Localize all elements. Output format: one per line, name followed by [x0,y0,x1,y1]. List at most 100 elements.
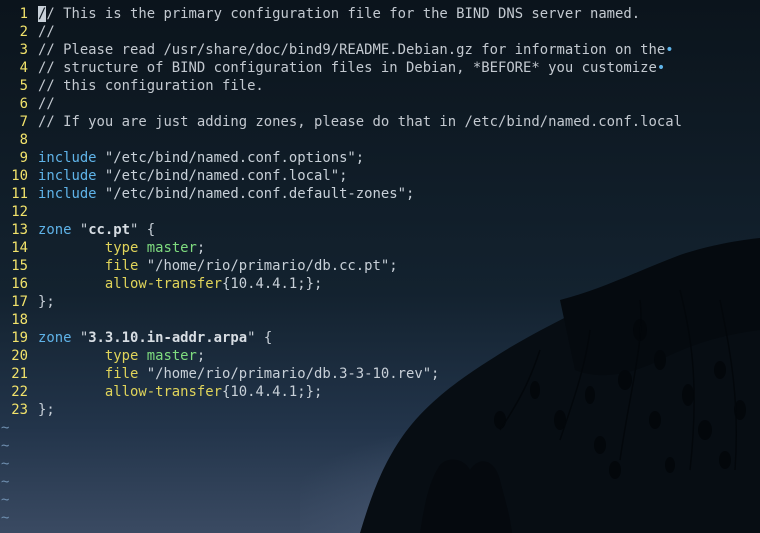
code-token: allow-transfer [104,384,222,400]
line-number: 21 [11,366,28,382]
tilde-marker: ~ [1,456,10,472]
line-number: 19 [11,330,28,346]
code-line[interactable]: 7 // If you are just adding zones, please… [0,113,760,131]
line-number: 1 [19,6,28,22]
code-line[interactable]: 11 include "/etc/bind/named.conf.default-… [0,185,760,203]
code-token: // this configuration file. [38,78,264,94]
code-line[interactable]: 22 allow-transfer{10.4.4.1;}; [0,383,760,401]
code-lines[interactable]: 1// This is the primary configuration fi… [0,5,760,527]
code-line[interactable]: 2 // [0,23,760,41]
empty-buffer-line: ~ [0,473,760,491]
empty-buffer-line: ~ [0,437,760,455]
code-line[interactable]: 3 // Please read /usr/share/doc/bind9/REA… [0,41,760,59]
code-line[interactable]: 16 allow-transfer{10.4.4.1;}; [0,275,760,293]
code-line[interactable]: 6 // [0,95,760,113]
code-token: {10.4.4.1;}; [222,276,323,292]
code-token: // [38,24,55,40]
line-number: 8 [19,132,28,148]
code-line[interactable]: 18 [0,311,760,329]
code-token: • [665,42,674,58]
empty-buffer-line: ~ [0,491,760,509]
code-token: "/etc/bind/named.conf.options"; [96,150,365,166]
code-line[interactable]: 8 [0,131,760,149]
code-token: file [104,258,139,274]
code-token: • [656,60,666,76]
code-token: cc.pt [88,222,131,238]
vim-editor[interactable]: 1// This is the primary configuration fi… [0,0,760,533]
code-token: type [104,348,139,364]
code-token: include [38,150,97,166]
line-number: 4 [19,60,28,76]
code-token: "/etc/bind/named.conf.default-zones"; [96,186,415,202]
code-line[interactable]: 9 include "/etc/bind/named.conf.options"; [0,149,760,167]
code-token: 3.3.10.in-addr.arpa [88,330,248,346]
line-number: 11 [11,186,28,202]
code-token: }; [38,402,55,418]
tilde-marker: ~ [1,438,10,454]
line-number: 13 [11,222,28,238]
empty-buffer-line: ~ [0,455,760,473]
empty-buffer-line: ~ [0,419,760,437]
line-number: 17 [11,294,28,310]
code-line[interactable]: 20 type master; [0,347,760,365]
line-number: 15 [11,258,28,274]
code-line[interactable]: 15 file "/home/rio/primario/db.cc.pt"; [0,257,760,275]
code-token: "/home/rio/primario/db.3-3-10.rev"; [138,366,440,382]
code-token: // Please read /usr/share/doc/bind9/READ… [38,42,666,58]
line-number: 18 [11,312,28,328]
code-token: include [38,168,97,184]
code-line[interactable]: 10 include "/etc/bind/named.conf.local"; [0,167,760,185]
code-token: // structure of BIND configuration files… [38,60,657,76]
line-number: 10 [11,168,28,184]
line-number: 12 [11,204,28,220]
line-number: 5 [19,78,28,94]
code-line[interactable]: 12 [0,203,760,221]
code-token: " { [247,330,273,346]
line-number: 9 [19,150,28,166]
code-line[interactable]: 13 zone "cc.pt" { [0,221,760,239]
line-number: 22 [11,384,28,400]
code-line[interactable]: 5 // this configuration file. [0,77,760,95]
code-token: " { [130,222,156,238]
line-number: 2 [19,24,28,40]
code-token: ; [196,348,206,364]
code-token: file [104,366,139,382]
line-number: 20 [11,348,28,364]
code-token: "/home/rio/primario/db.cc.pt"; [138,258,398,274]
code-token: allow-transfer [104,276,222,292]
code-token: type [104,240,139,256]
line-number: 6 [19,96,28,112]
code-token: "/etc/bind/named.conf.local"; [96,168,348,184]
code-token: zone [38,330,72,346]
line-number: 3 [19,42,28,58]
code-token: // [38,96,55,112]
code-token: // If you are just adding zones, please … [38,114,682,130]
code-line[interactable]: 1// This is the primary configuration fi… [0,5,760,23]
tilde-marker: ~ [1,474,10,490]
code-line[interactable]: 17}; [0,293,760,311]
line-number: 16 [11,276,28,292]
line-number: 14 [11,240,28,256]
code-line[interactable]: 21 file "/home/rio/primario/db.3-3-10.re… [0,365,760,383]
code-token: " [71,222,89,238]
code-token: / This is the primary configuration file… [46,6,641,22]
tilde-marker: ~ [1,492,10,508]
code-line[interactable]: 19 zone "3.3.10.in-addr.arpa" { [0,329,760,347]
empty-buffer-line: ~ [0,509,760,527]
code-line[interactable]: 23}; [0,401,760,419]
code-token: {10.4.4.1;}; [222,384,323,400]
code-line[interactable]: 4 // structure of BIND configuration file… [0,59,760,77]
line-number: 23 [11,402,28,418]
code-line[interactable]: 14 type master; [0,239,760,257]
code-token: master [146,240,197,256]
tilde-marker: ~ [1,420,10,436]
code-token: ; [196,240,206,256]
code-token: " [71,330,89,346]
code-token: master [146,348,197,364]
